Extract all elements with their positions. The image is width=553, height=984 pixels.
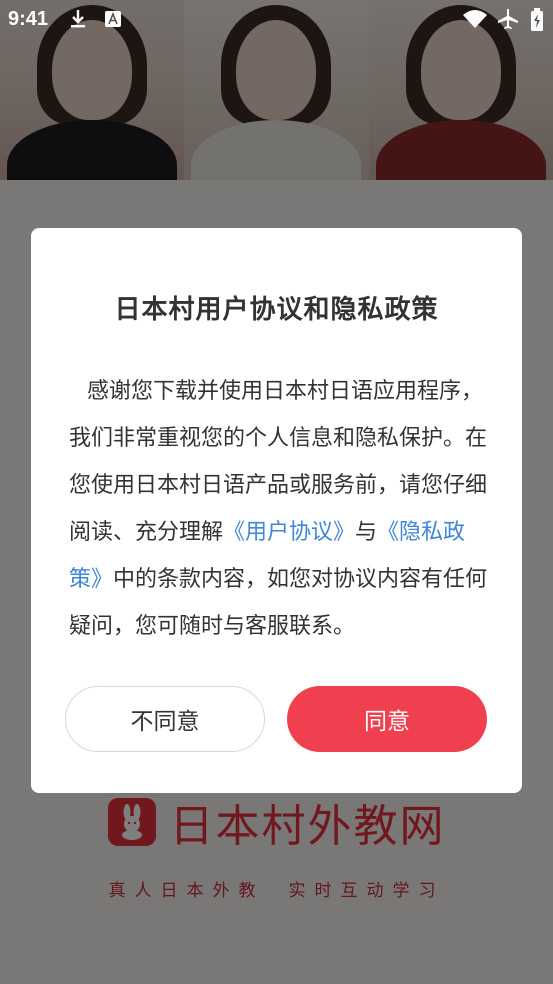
text-app-icon xyxy=(104,8,122,30)
battery-icon xyxy=(530,8,544,31)
status-bar: 9:41 xyxy=(0,0,553,38)
user-agreement-link[interactable]: 《用户协议》 xyxy=(223,520,355,545)
dialog-body: 感谢您下载并使用日本村日语应用程序，我们非常重视您的个人信息和隐私保护。在您使用… xyxy=(69,368,489,650)
agree-button-label: 同意 xyxy=(364,709,410,735)
airplane-mode-icon xyxy=(496,8,520,30)
dialog-body-connector: 与 xyxy=(355,520,378,545)
download-icon xyxy=(68,8,88,30)
disagree-button-label: 不同意 xyxy=(130,709,200,735)
agree-button[interactable]: 同意 xyxy=(287,686,487,752)
status-time: 9:41 xyxy=(8,8,49,30)
disagree-button[interactable]: 不同意 xyxy=(65,686,265,752)
wifi-icon xyxy=(462,8,488,30)
dialog-title: 日本村用户协议和隐私政策 xyxy=(114,295,439,325)
dialog-body-text-end: 中的条款内容，如您对协议内容有任何疑问，您可随时与客服联系。 xyxy=(69,567,488,639)
